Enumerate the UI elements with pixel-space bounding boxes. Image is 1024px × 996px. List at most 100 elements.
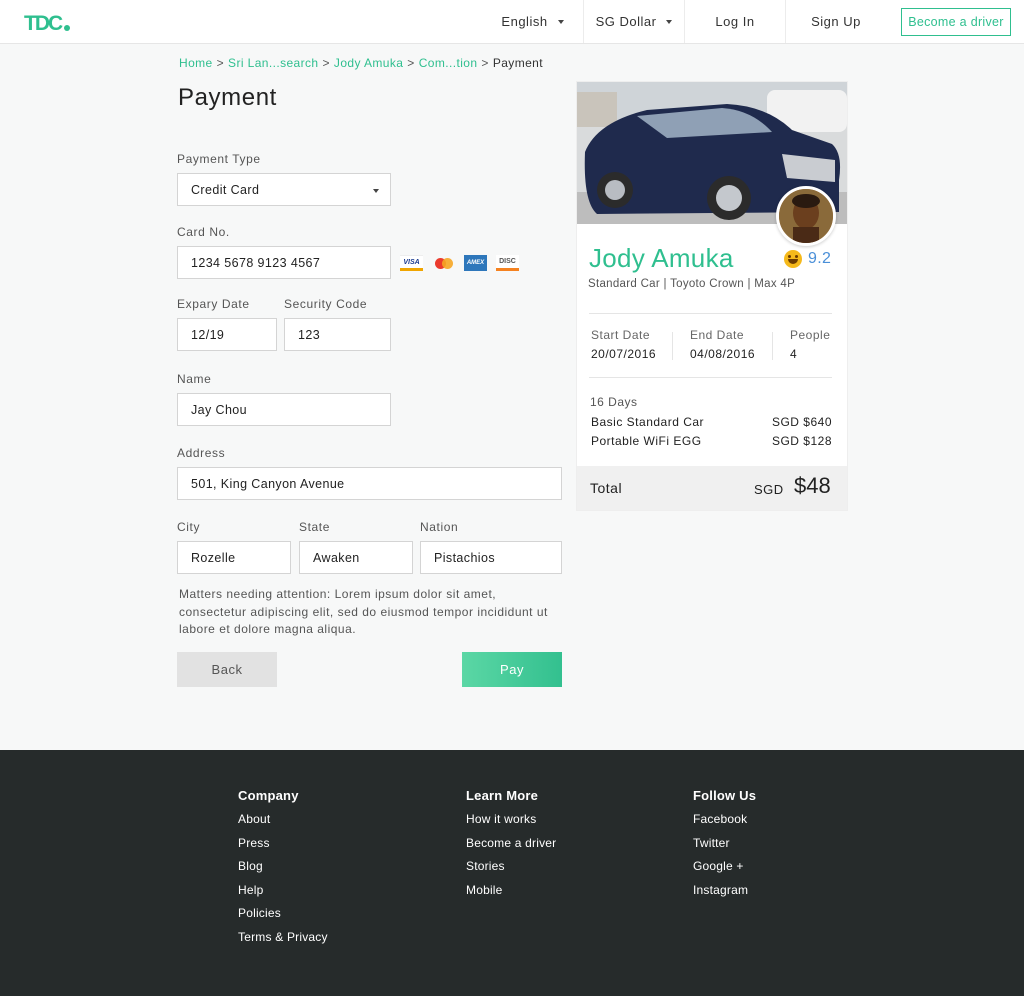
name-field[interactable]: Jay Chou [177, 393, 391, 426]
footer-link[interactable]: Facebook [693, 812, 756, 836]
security-code-field[interactable]: 123 [284, 318, 391, 351]
mastercard-icon [432, 255, 455, 271]
signup-link[interactable]: Sign Up [785, 0, 886, 43]
payment-type-value: Credit Card [191, 182, 260, 197]
city-label: City [177, 520, 201, 534]
footer: Company About Press Blog Help Policies T… [0, 750, 1024, 996]
footer-link[interactable]: Help [238, 883, 328, 907]
driver-photo [779, 189, 833, 243]
chevron-down-icon [666, 19, 673, 24]
address-field[interactable]: 501, King Canyon Avenue [177, 467, 562, 500]
state-field[interactable]: Awaken [299, 541, 413, 574]
footer-column-learn-more: Learn More How it works Become a driver … [466, 788, 556, 906]
card-brand-icons: VISA AMEX DISC [400, 255, 519, 271]
pay-button[interactable]: Pay [462, 652, 562, 687]
total-amount: $48 [794, 473, 831, 498]
trip-days: 16 Days [590, 395, 638, 409]
rating-value: 9.2 [808, 250, 832, 267]
page-title: Payment [178, 84, 277, 111]
line-item: Basic Standard Car SGD $640 [591, 415, 832, 429]
smile-face-icon [784, 250, 802, 268]
breadcrumb-home[interactable]: Home [179, 56, 213, 70]
breadcrumb-search[interactable]: Sri Lan...search [228, 56, 318, 70]
start-date: Start Date 20/07/2016 [591, 328, 656, 361]
svg-text:TDC: TDC [24, 12, 63, 34]
total-currency: SGD [754, 482, 784, 497]
back-button[interactable]: Back [177, 652, 277, 687]
line-item: Portable WiFi EGG SGD $128 [591, 434, 832, 448]
footer-heading: Follow Us [693, 788, 757, 803]
footer-link[interactable]: Mobile [466, 883, 556, 907]
city-field[interactable]: Rozelle [177, 541, 291, 574]
footer-link[interactable]: Policies [238, 906, 328, 930]
state-label: State [299, 520, 331, 534]
footer-link[interactable]: Become a driver [466, 836, 556, 860]
footer-link[interactable]: Google + [693, 859, 756, 883]
driver-avatar[interactable] [776, 186, 836, 246]
divider [672, 332, 673, 360]
footer-link[interactable]: How it works [466, 812, 556, 836]
line-item-price: SGD $640 [771, 415, 832, 429]
security-code-label: Security Code [284, 297, 368, 311]
tdc-logo[interactable]: TDC [24, 10, 72, 34]
end-date: End Date 04/08/2016 [690, 328, 755, 361]
language-label: English [501, 14, 548, 29]
divider [589, 313, 832, 314]
breadcrumb-current: Payment [492, 56, 543, 70]
login-link[interactable]: Log In [684, 0, 785, 43]
nation-field[interactable]: Pistachios [420, 541, 562, 574]
end-date-value: 04/08/2016 [690, 347, 756, 361]
currency-selector[interactable]: SG Dollar [583, 0, 684, 43]
people-count: People 4 [790, 328, 830, 361]
line-item-price: SGD $128 [771, 434, 832, 448]
currency-label: SG Dollar [595, 14, 657, 29]
footer-link[interactable]: Blog [238, 859, 328, 883]
breadcrumb-confirmation[interactable]: Com...tion [419, 56, 478, 70]
footer-link[interactable]: Press [238, 836, 328, 860]
nation-label: Nation [420, 520, 459, 534]
payment-type-select[interactable]: Credit Card [177, 173, 391, 206]
breadcrumb-driver[interactable]: Jody Amuka [334, 56, 403, 70]
language-selector[interactable]: English [482, 0, 583, 43]
total-bar: Total SGD $48 [577, 466, 847, 510]
people-value: 4 [790, 347, 798, 361]
breadcrumb-separator: > [407, 56, 415, 70]
breadcrumb-separator: > [481, 56, 489, 70]
start-date-label: Start Date [591, 328, 651, 342]
breadcrumb: Home > Sri Lan...search > Jody Amuka > Com...t… [179, 56, 543, 70]
line-item-name: Portable WiFi EGG [591, 434, 702, 448]
visa-icon: VISA [400, 255, 423, 271]
become-driver-button[interactable]: Become a driver [901, 8, 1011, 36]
name-label: Name [177, 372, 212, 386]
line-item-name: Basic Standard Car [591, 415, 705, 429]
divider [772, 332, 773, 360]
expiry-label: Expary Date [177, 297, 250, 311]
amex-icon: AMEX [464, 255, 487, 271]
driver-rating: 9.2 [784, 250, 831, 268]
payment-type-label: Payment Type [177, 152, 261, 166]
address-label: Address [177, 446, 226, 460]
total-label: Total [590, 480, 623, 496]
breadcrumb-separator: > [322, 56, 330, 70]
footer-link[interactable]: Terms & Privacy [238, 930, 328, 954]
top-navbar: TDC English SG Dollar Log In Sign Up Bec… [0, 0, 1024, 44]
chevron-down-icon [373, 189, 379, 193]
people-label: People [790, 328, 831, 342]
start-date-value: 20/07/2016 [591, 347, 657, 361]
expiry-field[interactable]: 12/19 [177, 318, 277, 351]
footer-column-company: Company About Press Blog Help Policies T… [238, 788, 328, 953]
footer-link[interactable]: Stories [466, 859, 556, 883]
breadcrumb-separator: > [216, 56, 225, 70]
card-no-label: Card No. [177, 225, 230, 239]
footer-link[interactable]: Twitter [693, 836, 756, 860]
footer-link[interactable]: Instagram [693, 883, 756, 907]
discover-icon: DISC [496, 255, 519, 271]
driver-name: Jody Amuka [589, 243, 734, 273]
footer-heading: Learn More [466, 788, 539, 803]
divider [589, 377, 832, 378]
card-number-field[interactable]: 1234 5678 9123 4567 [177, 246, 391, 279]
footer-heading: Company [238, 788, 299, 803]
end-date-label: End Date [690, 328, 745, 342]
footer-link[interactable]: About [238, 812, 328, 836]
chevron-down-icon [557, 19, 564, 24]
